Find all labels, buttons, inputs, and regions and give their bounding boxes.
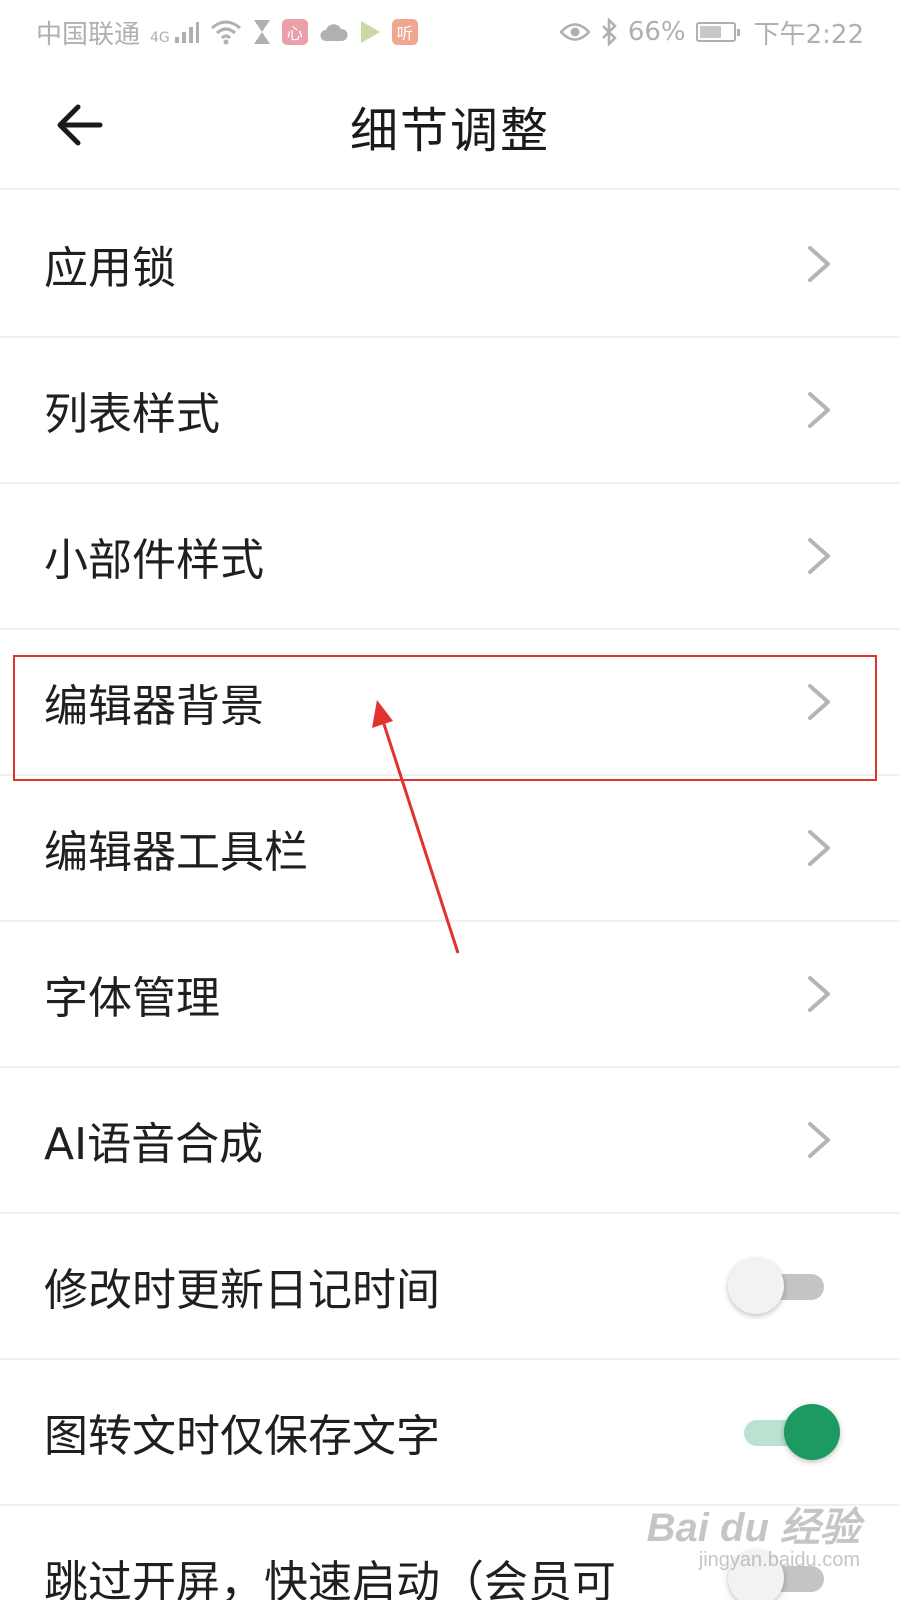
carrier-label: 中国联通 (36, 19, 141, 50)
setting-label: 修改时更新日记时间 (44, 1265, 440, 1316)
toggle-knob (728, 1258, 784, 1314)
setting-label: 图转文时仅保存文字 (44, 1411, 440, 1462)
setting-label: 列表样式 (44, 389, 220, 440)
chevron-right-icon (808, 538, 830, 574)
setting-label: 应用锁 (44, 243, 176, 294)
chevron-right-icon (808, 830, 830, 866)
setting-save-text-only[interactable]: 图转文时仅保存文字 (0, 1360, 900, 1506)
status-left: 中国联通 4G 心 听 (36, 14, 418, 51)
settings-list: 应用锁 列表样式 小部件样式 编辑器背景 编辑器工具栏 字体管理 AI语音合成 (0, 192, 900, 1600)
header: 细节调整 (0, 64, 900, 190)
setting-label: AI语音合成 (44, 1119, 264, 1170)
setting-ai-speech[interactable]: AI语音合成 (0, 1068, 900, 1214)
page-title: 细节调整 (349, 103, 550, 159)
eye-icon (559, 17, 590, 47)
battery-fill (699, 26, 721, 38)
status-right: 66% 下午2:22 (559, 14, 864, 51)
setting-editor-background[interactable]: 编辑器背景 (0, 630, 900, 776)
setting-editor-toolbar[interactable]: 编辑器工具栏 (0, 776, 900, 922)
chevron-right-icon (808, 246, 830, 282)
arrow-left-icon (57, 104, 103, 146)
watermark-logo: Bai du 经验 (646, 1506, 860, 1550)
baidu-watermark: Bai du 经验 jingyan.baidu.com (647, 1495, 860, 1572)
chevron-right-icon (808, 1122, 830, 1158)
hourglass-icon (252, 17, 272, 47)
setting-label: 编辑器背景 (44, 681, 264, 732)
chevron-right-icon (808, 976, 830, 1012)
listen-app-icon: 听 (391, 19, 418, 45)
setting-label: 编辑器工具栏 (44, 827, 308, 878)
signal-icon (174, 17, 200, 47)
screen: 中国联通 4G 心 听 66% 下午2:22 细节调整 应用锁 列表样式 小部件… (0, 0, 900, 1600)
battery-icon (695, 22, 740, 42)
chevron-right-icon (808, 684, 830, 720)
setting-label: 字体管理 (44, 973, 220, 1024)
clock: 下午2:22 (753, 19, 864, 50)
battery-percent: 66% (627, 17, 686, 47)
chevron-right-icon (808, 392, 830, 428)
play-icon (358, 17, 382, 47)
status-bar: 中国联通 4G 心 听 66% 下午2:22 (0, 0, 900, 64)
setting-label: 跳过开屏，快速启动（会员可 (44, 1557, 616, 1600)
back-button[interactable] (44, 90, 114, 160)
save-text-only-toggle[interactable] (738, 1404, 840, 1460)
heart-app-icon: 心 (281, 19, 308, 45)
setting-label: 小部件样式 (44, 535, 264, 586)
update-time-toggle[interactable] (728, 1258, 830, 1314)
toggle-knob (784, 1404, 840, 1460)
setting-font-management[interactable]: 字体管理 (0, 922, 900, 1068)
network-type: 4G (150, 29, 170, 46)
cloud-icon (318, 17, 348, 47)
setting-widget-style[interactable]: 小部件样式 (0, 484, 900, 630)
setting-list-style[interactable]: 列表样式 (0, 338, 900, 484)
wifi-icon (210, 17, 242, 47)
setting-update-diary-time[interactable]: 修改时更新日记时间 (0, 1214, 900, 1360)
bluetooth-icon (600, 17, 618, 47)
setting-app-lock[interactable]: 应用锁 (0, 192, 900, 338)
